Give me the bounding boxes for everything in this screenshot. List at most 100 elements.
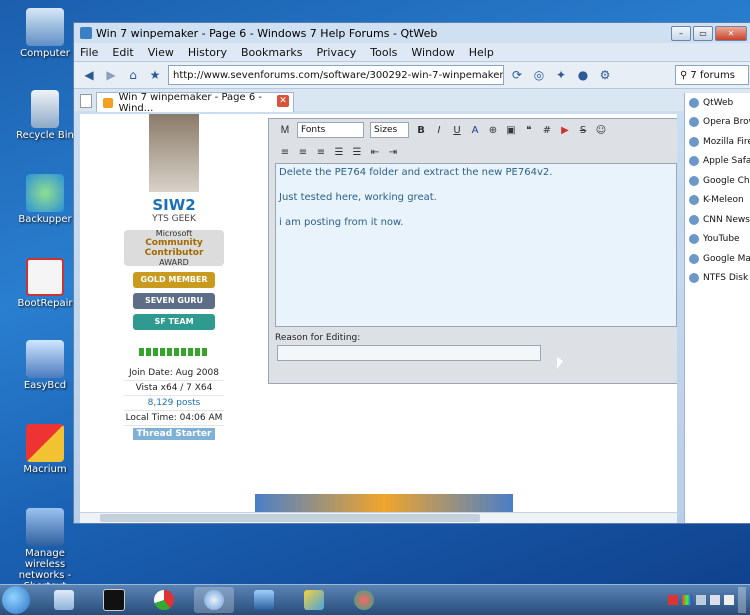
desktop-icon-backupper[interactable]: Backupper [10,174,80,225]
italic-icon[interactable]: I [433,125,445,136]
app-icon [80,27,92,39]
tab-current[interactable]: Win 7 winpemaker - Page 6 - Wind... ✕ [96,91,294,114]
volume-icon[interactable] [724,595,734,605]
menu-file[interactable]: File [80,46,98,59]
align-left-icon[interactable]: ≡ [279,147,291,158]
color-icon[interactable] [682,595,692,605]
indent-icon[interactable]: ⇥ [387,147,399,158]
reason-input[interactable] [277,345,541,361]
address-bar[interactable]: http://www.sevenforums.com/software/3002… [168,65,504,85]
desktop-icon-recycle-bin[interactable]: Recycle Bin [10,90,80,141]
image-icon[interactable]: ▣ [505,125,517,136]
title-bar[interactable]: Win 7 winpemaker - Page 6 - Windows 7 He… [74,23,750,43]
strikethrough-icon[interactable]: S [577,125,589,136]
forward-icon[interactable]: ▶ [102,67,120,83]
menu-help[interactable]: Help [469,46,494,59]
sidebar-item-qtweb[interactable]: QtWeb [685,93,750,113]
quote-icon[interactable]: ❝ [523,125,535,136]
tab-title: Win 7 winpemaker - Page 6 - Wind... [118,91,262,114]
bookmark-star-icon[interactable]: ★ [146,67,164,83]
search-engine-icon[interactable]: ◎ [530,67,548,83]
backupper-icon [26,174,64,212]
search-input[interactable]: ⚲ 7 forums [675,65,749,85]
underline-icon[interactable]: U [451,125,463,136]
size-select[interactable]: Sizes [370,122,409,138]
text-color-icon[interactable]: A [469,125,481,136]
post-count[interactable]: 8,129 posts [124,396,224,411]
sidebar-item-chrome[interactable]: Google Chrome [685,171,750,191]
minimize-button[interactable]: – [671,26,691,41]
maximize-button[interactable]: ▭ [693,26,713,41]
desktop-icon-macrium[interactable]: Macrium [10,424,80,475]
menu-privacy[interactable]: Privacy [316,46,356,59]
show-desktop-button[interactable] [738,587,746,613]
globe-icon [689,234,699,245]
avatar[interactable] [149,114,199,192]
sidebar-item-cnn[interactable]: CNN News [685,210,750,230]
sidebar-item-google-maps[interactable]: Google Maps [685,249,750,269]
post-editor: Ꮇ Fonts Sizes B I U A ⊕ ▣ ❝ # ▶ S ☺ ≡ ≡ … [268,118,677,384]
home-icon[interactable]: ⌂ [124,67,142,83]
sidebar-item-firefox[interactable]: Mozilla Firefox [685,132,750,152]
menu-history[interactable]: History [188,46,227,59]
sidebar-item-ntfs[interactable]: NTFS Disk T [685,269,750,289]
align-center-icon[interactable]: ≡ [297,147,309,158]
message-textarea[interactable]: Delete the PE764 folder and extract the … [275,163,677,327]
flag-icon[interactable] [668,595,678,605]
align-right-icon[interactable]: ≡ [315,147,327,158]
sidebar-item-kmeleon[interactable]: K-Meleon [685,191,750,211]
menu-edit[interactable]: Edit [112,46,133,59]
back-icon[interactable]: ◀ [80,67,98,83]
taskbar-app-backup[interactable] [344,587,384,613]
system-tray [668,585,750,615]
sidebar-item-youtube[interactable]: YouTube [685,230,750,250]
wand-icon [304,590,324,610]
sidebar-item-label: CNN News [703,214,750,225]
desktop-icon-computer[interactable]: Computer [10,8,80,59]
award-line3: AWARD [159,258,189,267]
menu-bookmarks[interactable]: Bookmarks [241,46,302,59]
sidebar-item-label: Apple Safari [703,156,750,167]
taskbar-app-tools[interactable] [294,587,334,613]
search-icon: ⚲ [680,69,688,81]
smiley-icon[interactable]: ☺ [595,125,607,136]
sidebar-item-safari[interactable]: Apple Safari [685,152,750,172]
monitor-tray-icon[interactable] [696,595,706,605]
hash-icon[interactable]: # [541,125,553,136]
network-tray-icon[interactable] [710,595,720,605]
user-os: Vista x64 / 7 X64 [124,381,224,396]
taskbar-app-network[interactable] [244,587,284,613]
font-select[interactable]: Fonts [297,122,364,138]
taskbar-app-explorer[interactable] [44,587,84,613]
hscroll-thumb[interactable] [100,514,480,522]
start-button[interactable] [2,586,30,614]
user-icon[interactable]: ● [574,67,592,83]
tools-icon[interactable]: ✦ [552,67,570,83]
youtube-icon[interactable]: ▶ [559,125,571,136]
ordered-list-icon[interactable]: ☰ [333,147,345,158]
reload-icon[interactable]: ⟳ [508,67,526,83]
menu-window[interactable]: Window [411,46,454,59]
settings-icon[interactable]: ⚙ [596,67,614,83]
new-tab-icon[interactable] [80,94,92,108]
unordered-list-icon[interactable]: ☰ [351,147,363,158]
outdent-icon[interactable]: ⇤ [369,147,381,158]
taskbar-app-qtweb[interactable] [194,587,234,613]
remove-format-icon[interactable]: Ꮇ [279,125,291,136]
username[interactable]: SIW2 [124,196,224,214]
thread-starter-badge: Thread Starter [132,428,216,440]
close-button[interactable]: ✕ [715,26,747,41]
desktop-icon-bootrepair[interactable]: BootRepair [10,258,80,309]
desktop-icon-easybcd[interactable]: EasyBcd [10,340,80,391]
menu-tools[interactable]: Tools [370,46,397,59]
sidebar-item-label: Opera Browser [703,117,750,128]
taskbar-app-chart[interactable] [144,587,184,613]
horizontal-scrollbar[interactable] [80,512,677,523]
bold-icon[interactable]: B [415,125,427,136]
link-icon[interactable]: ⊕ [487,125,499,136]
taskbar-app-cmd[interactable] [94,587,134,613]
sidebar-item-opera[interactable]: Opera Browser [685,113,750,133]
tab-close-icon[interactable]: ✕ [277,95,289,107]
menu-view[interactable]: View [148,46,174,59]
bootrepair-icon [26,258,64,296]
